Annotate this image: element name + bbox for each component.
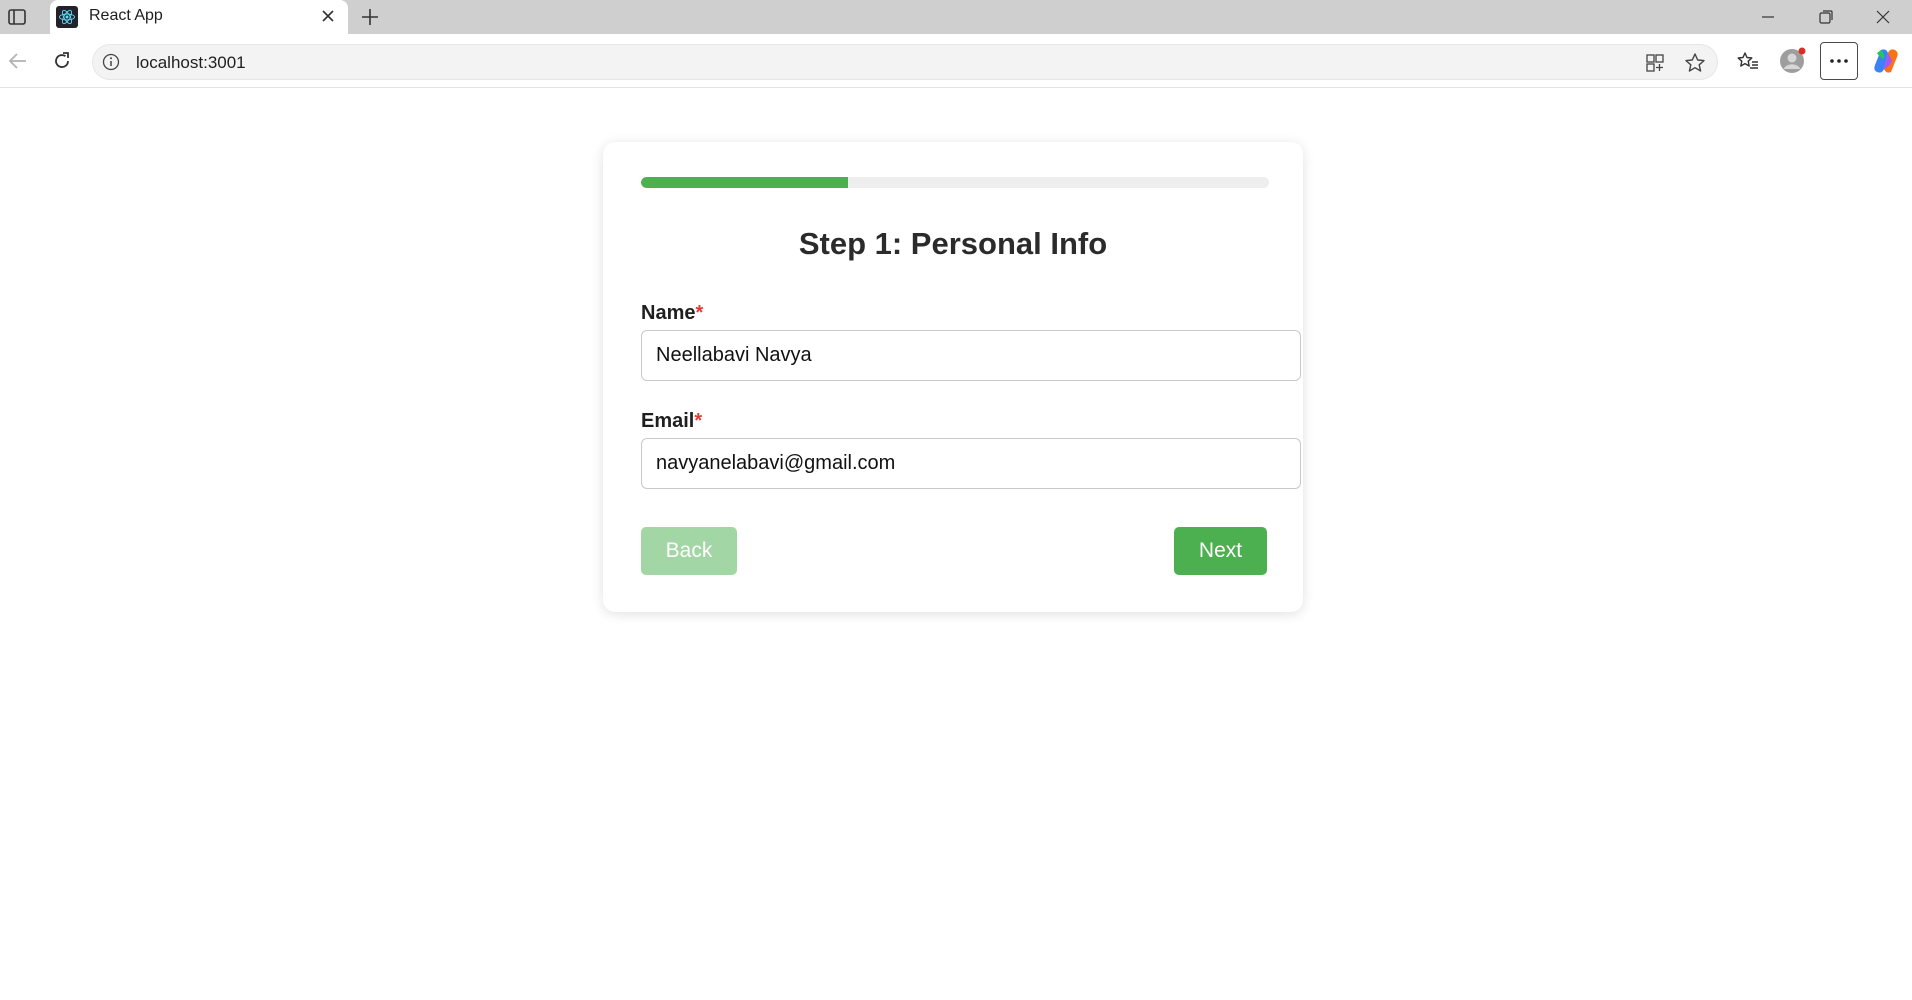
browser-toolbar: localhost:3001 [0,34,1912,88]
tab-bar: React App [0,0,1912,34]
tab-actions-icon[interactable] [6,6,28,28]
app-available-icon[interactable] [1641,49,1669,77]
name-input[interactable] [641,330,1301,381]
minimize-icon[interactable] [1740,0,1796,34]
tab-title: React App [89,7,163,24]
more-options-icon[interactable] [1820,42,1858,80]
progress-fill [641,177,849,188]
react-logo-icon [56,6,78,28]
profile-avatar-icon[interactable] [1776,45,1808,77]
address-bar[interactable]: localhost:3001 [92,44,1718,80]
copilot-icon[interactable] [1870,45,1902,77]
refresh-icon[interactable] [46,45,78,77]
email-input[interactable] [641,438,1301,489]
email-label: Email* [641,410,702,433]
close-window-icon[interactable] [1855,0,1911,34]
site-info-icon[interactable] [102,53,120,71]
email-required-mark: * [694,410,703,432]
back-arrow-icon[interactable] [2,45,34,77]
name-label-text: Name [641,302,696,324]
close-tab-icon[interactable] [318,6,338,26]
name-required-mark: * [695,302,704,324]
form-card: Step 1: Personal Info Name* Email* Back … [603,142,1303,612]
progress-bar [641,177,1269,188]
next-button[interactable]: Next [1174,527,1267,575]
restore-icon[interactable] [1798,0,1854,34]
url-text: localhost:3001 [136,53,246,72]
back-button[interactable]: Back [641,527,737,575]
name-label: Name* [641,302,703,325]
favorite-star-icon[interactable] [1681,49,1709,77]
step-title: Step 1: Personal Info [798,226,1108,261]
favorites-icon[interactable] [1732,45,1764,77]
email-label-text: Email [641,410,695,432]
new-tab-icon[interactable] [356,3,384,31]
